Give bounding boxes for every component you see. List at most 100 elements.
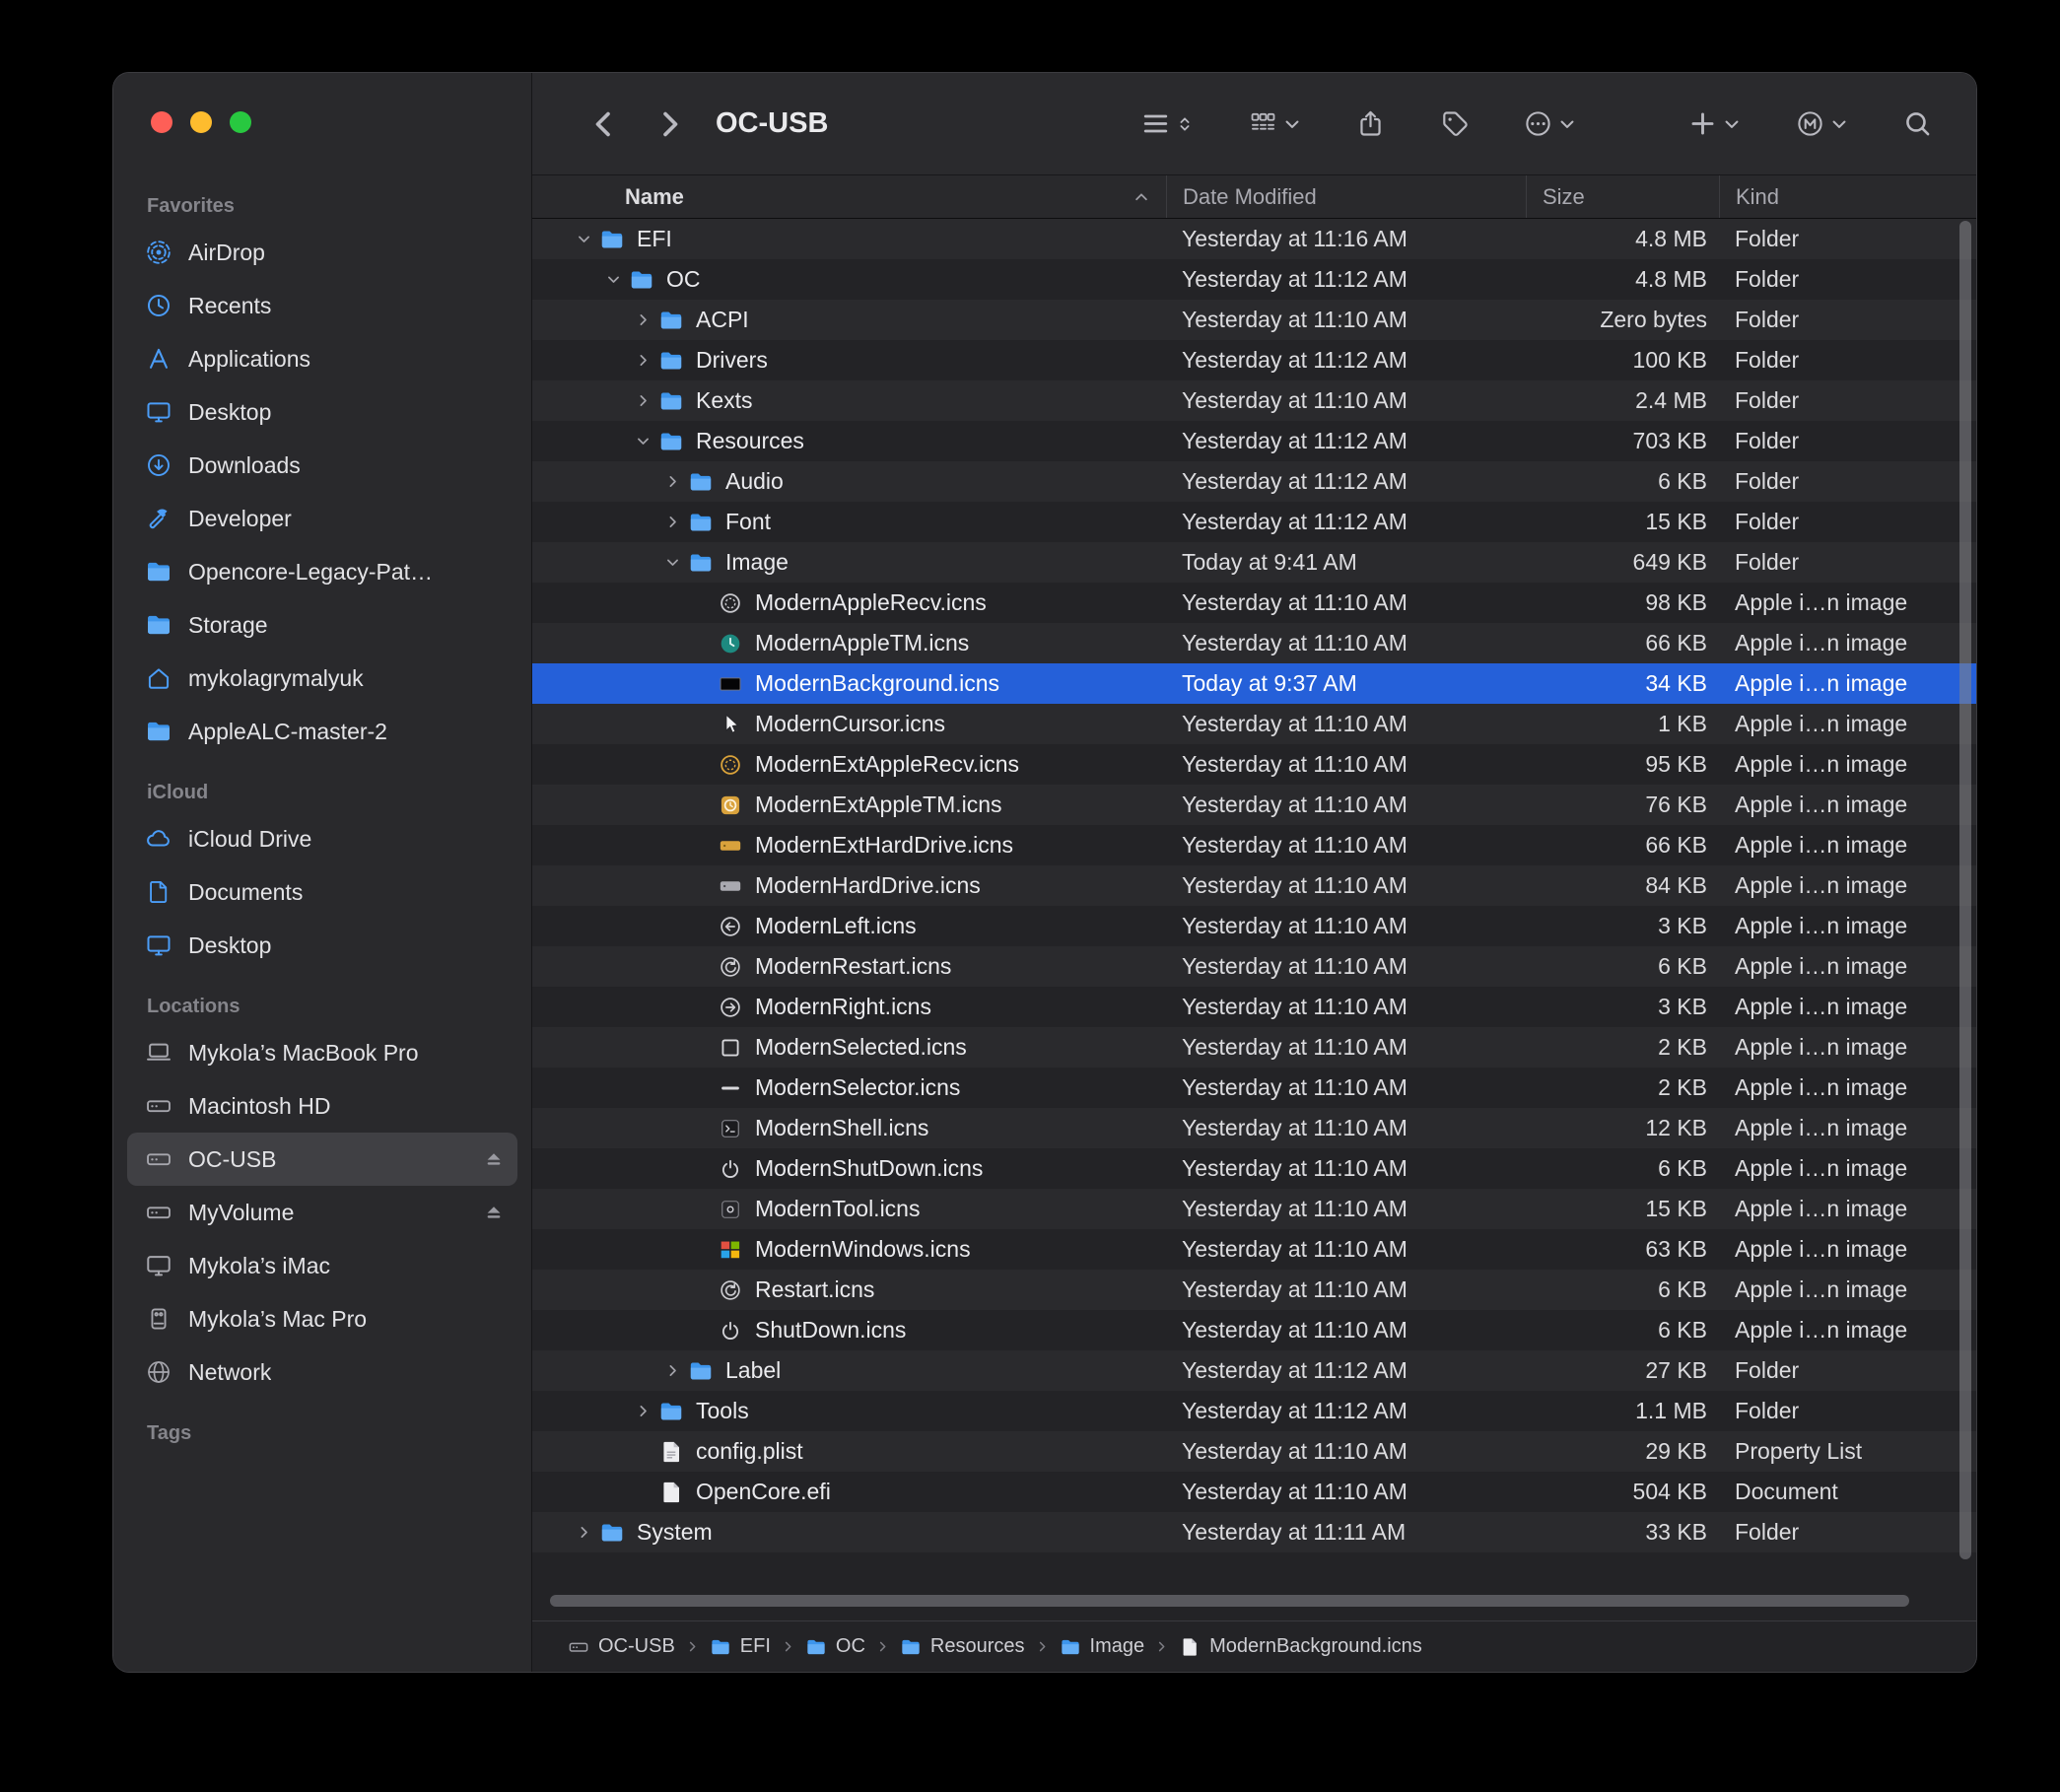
account-button[interactable]: [1795, 108, 1849, 139]
file-row-label[interactable]: LabelYesterday at 11:12 AM27 KBFolder: [532, 1350, 1976, 1391]
sidebar-item-icloud-drive[interactable]: iCloud Drive: [127, 812, 517, 865]
file-row-audio[interactable]: AudioYesterday at 11:12 AM6 KBFolder: [532, 461, 1976, 502]
tags-button[interactable]: [1439, 108, 1470, 139]
sidebar-item-documents[interactable]: Documents: [127, 865, 517, 919]
sidebar-item-label: mykolagrymalyuk: [188, 665, 364, 692]
sidebar-item-mykola-s-imac[interactable]: Mykola’s iMac: [127, 1239, 517, 1292]
file-name: ModernBackground.icns: [755, 670, 999, 697]
file-row-acpi[interactable]: ACPIYesterday at 11:10 AMZero bytesFolde…: [532, 300, 1976, 340]
more-actions-button[interactable]: [1523, 108, 1577, 139]
file-row-image[interactable]: ImageToday at 9:41 AM649 KBFolder: [532, 542, 1976, 583]
disclosure-triangle-icon[interactable]: [570, 229, 597, 250]
file-row-drivers[interactable]: DriversYesterday at 11:12 AM100 KBFolder: [532, 340, 1976, 380]
disclosure-triangle-icon[interactable]: [599, 269, 627, 291]
sidebar-item-mykola-s-mac-pro[interactable]: Mykola’s Mac Pro: [127, 1292, 517, 1345]
sidebar-item-desktop[interactable]: Desktop: [127, 385, 517, 439]
group-by-button[interactable]: [1248, 108, 1302, 139]
sidebar-item-applications[interactable]: Applications: [127, 332, 517, 385]
new-item-button[interactable]: [1687, 108, 1742, 139]
minimize-button[interactable]: [190, 111, 212, 133]
sidebar-item-macintosh-hd[interactable]: Macintosh HD: [127, 1079, 517, 1133]
sidebar-item-airdrop[interactable]: AirDrop: [127, 226, 517, 279]
file-row-moderncursor-icns[interactable]: ModernCursor.icnsYesterday at 11:10 AM1 …: [532, 704, 1976, 744]
vertical-scrollbar[interactable]: [1959, 221, 1971, 1559]
disclosure-triangle-icon[interactable]: [658, 552, 686, 574]
file-row-modernextappletm-icns[interactable]: ModernExtAppleTM.icnsYesterday at 11:10 …: [532, 785, 1976, 825]
column-header-name[interactable]: Name: [532, 175, 1166, 218]
file-row-modernextharddrive-icns[interactable]: ModernExtHardDrive.icnsYesterday at 11:1…: [532, 825, 1976, 865]
sidebar-item-applealc-master-2[interactable]: AppleALC-master-2: [127, 705, 517, 758]
file-row-font[interactable]: FontYesterday at 11:12 AM15 KBFolder: [532, 502, 1976, 542]
sidebar-item-oc-usb[interactable]: OC-USB: [127, 1133, 517, 1186]
column-label: Name: [625, 184, 684, 210]
file-row-oc[interactable]: OCYesterday at 11:12 AM4.8 MBFolder: [532, 259, 1976, 300]
zoom-button[interactable]: [230, 111, 251, 133]
disclosure-triangle-icon[interactable]: [658, 471, 686, 493]
sidebar-item-downloads[interactable]: Downloads: [127, 439, 517, 492]
file-name-cell: Font: [532, 509, 1166, 535]
file-row-modernbackground-icns[interactable]: ModernBackground.icnsToday at 9:37 AM34 …: [532, 663, 1976, 704]
file-name-cell: Kexts: [532, 387, 1166, 414]
disclosure-triangle-icon[interactable]: [629, 350, 656, 372]
file-row-modernextapplerecv-icns[interactable]: ModernExtAppleRecv.icnsYesterday at 11:1…: [532, 744, 1976, 785]
file-date: Yesterday at 11:12 AM: [1166, 347, 1526, 374]
forward-button[interactable]: [652, 107, 686, 141]
sidebar-item-mykola-s-macbook-pro[interactable]: Mykola’s MacBook Pro: [127, 1026, 517, 1079]
file-row-modernapplerecv-icns[interactable]: ModernAppleRecv.icnsYesterday at 11:10 A…: [532, 583, 1976, 623]
disclosure-triangle-icon[interactable]: [658, 512, 686, 533]
file-row-restart-icns[interactable]: Restart.icnsYesterday at 11:10 AM6 KBApp…: [532, 1270, 1976, 1310]
breadcrumb-item-image[interactable]: Image: [1060, 1635, 1145, 1658]
file-size: 15 KB: [1526, 1196, 1719, 1222]
sidebar-item-desktop[interactable]: Desktop: [127, 919, 517, 972]
sidebar-item-myvolume[interactable]: MyVolume: [127, 1186, 517, 1239]
sidebar-item-network[interactable]: Network: [127, 1345, 517, 1399]
back-button[interactable]: [587, 107, 621, 141]
disclosure-triangle-icon[interactable]: [570, 1522, 597, 1544]
file-row-kexts[interactable]: KextsYesterday at 11:10 AM2.4 MBFolder: [532, 380, 1976, 421]
file-row-modernappletm-icns[interactable]: ModernAppleTM.icnsYesterday at 11:10 AM6…: [532, 623, 1976, 663]
view-options-button[interactable]: [1140, 108, 1195, 139]
disclosure-triangle-icon[interactable]: [629, 1401, 656, 1422]
file-row-shutdown-icns[interactable]: ShutDown.icnsYesterday at 11:10 AM6 KBAp…: [532, 1310, 1976, 1350]
sidebar-item-storage[interactable]: Storage: [127, 598, 517, 652]
file-row-modernwindows-icns[interactable]: ModernWindows.icnsYesterday at 11:10 AM6…: [532, 1229, 1976, 1270]
breadcrumb-item-oc-usb[interactable]: OC-USB: [568, 1635, 675, 1658]
file-row-opencore-efi[interactable]: OpenCore.efiYesterday at 11:10 AM504 KBD…: [532, 1472, 1976, 1512]
breadcrumb-label: OC-USB: [598, 1635, 675, 1658]
file-row-moderntool-icns[interactable]: ModernTool.icnsYesterday at 11:10 AM15 K…: [532, 1189, 1976, 1229]
search-button[interactable]: [1902, 108, 1933, 139]
sidebar-item-opencore-legacy-pat[interactable]: Opencore-Legacy-Pat…: [127, 545, 517, 598]
share-button[interactable]: [1355, 108, 1386, 139]
file-date: Yesterday at 11:12 AM: [1166, 428, 1526, 454]
file-row-resources[interactable]: ResourcesYesterday at 11:12 AM703 KBFold…: [532, 421, 1976, 461]
column-header-size[interactable]: Size: [1526, 175, 1719, 218]
file-row-system[interactable]: SystemYesterday at 11:11 AM33 KBFolder: [532, 1512, 1976, 1552]
sidebar-item-developer[interactable]: Developer: [127, 492, 517, 545]
file-row-modernshell-icns[interactable]: ModernShell.icnsYesterday at 11:10 AM12 …: [532, 1108, 1976, 1148]
column-header-date-modified[interactable]: Date Modified: [1166, 175, 1526, 218]
file-row-modernharddrive-icns[interactable]: ModernHardDrive.icnsYesterday at 11:10 A…: [532, 865, 1976, 906]
close-button[interactable]: [151, 111, 172, 133]
disclosure-triangle-icon[interactable]: [629, 390, 656, 412]
breadcrumb-item-oc[interactable]: OC: [805, 1635, 865, 1658]
file-row-modernselected-icns[interactable]: ModernSelected.icnsYesterday at 11:10 AM…: [532, 1027, 1976, 1068]
file-row-modernshutdown-icns[interactable]: ModernShutDown.icnsYesterday at 11:10 AM…: [532, 1148, 1976, 1189]
breadcrumb-item-efi[interactable]: EFI: [710, 1635, 771, 1658]
column-header-kind[interactable]: Kind: [1719, 175, 1976, 218]
file-row-modernrestart-icns[interactable]: ModernRestart.icnsYesterday at 11:10 AM6…: [532, 946, 1976, 987]
file-kind: Apple i…n image: [1719, 630, 1976, 656]
file-row-modernleft-icns[interactable]: ModernLeft.icnsYesterday at 11:10 AM3 KB…: [532, 906, 1976, 946]
disclosure-triangle-icon[interactable]: [658, 1360, 686, 1382]
disclosure-triangle-icon[interactable]: [629, 310, 656, 331]
file-row-modernright-icns[interactable]: ModernRight.icnsYesterday at 11:10 AM3 K…: [532, 987, 1976, 1027]
breadcrumb-item-modernbackground-icns[interactable]: ModernBackground.icns: [1179, 1635, 1422, 1658]
breadcrumb-item-resources[interactable]: Resources: [900, 1635, 1025, 1658]
file-row-modernselector-icns[interactable]: ModernSelector.icnsYesterday at 11:10 AM…: [532, 1068, 1976, 1108]
disclosure-triangle-icon[interactable]: [629, 431, 656, 452]
file-row-efi[interactable]: EFIYesterday at 11:16 AM4.8 MBFolder: [532, 219, 1976, 259]
sidebar-item-recents[interactable]: Recents: [127, 279, 517, 332]
sidebar-item-mykolagrymalyuk[interactable]: mykolagrymalyuk: [127, 652, 517, 705]
file-row-tools[interactable]: ToolsYesterday at 11:12 AM1.1 MBFolder: [532, 1391, 1976, 1431]
horizontal-scrollbar[interactable]: [550, 1595, 1909, 1607]
file-row-config-plist[interactable]: config.plistYesterday at 11:10 AM29 KBPr…: [532, 1431, 1976, 1472]
